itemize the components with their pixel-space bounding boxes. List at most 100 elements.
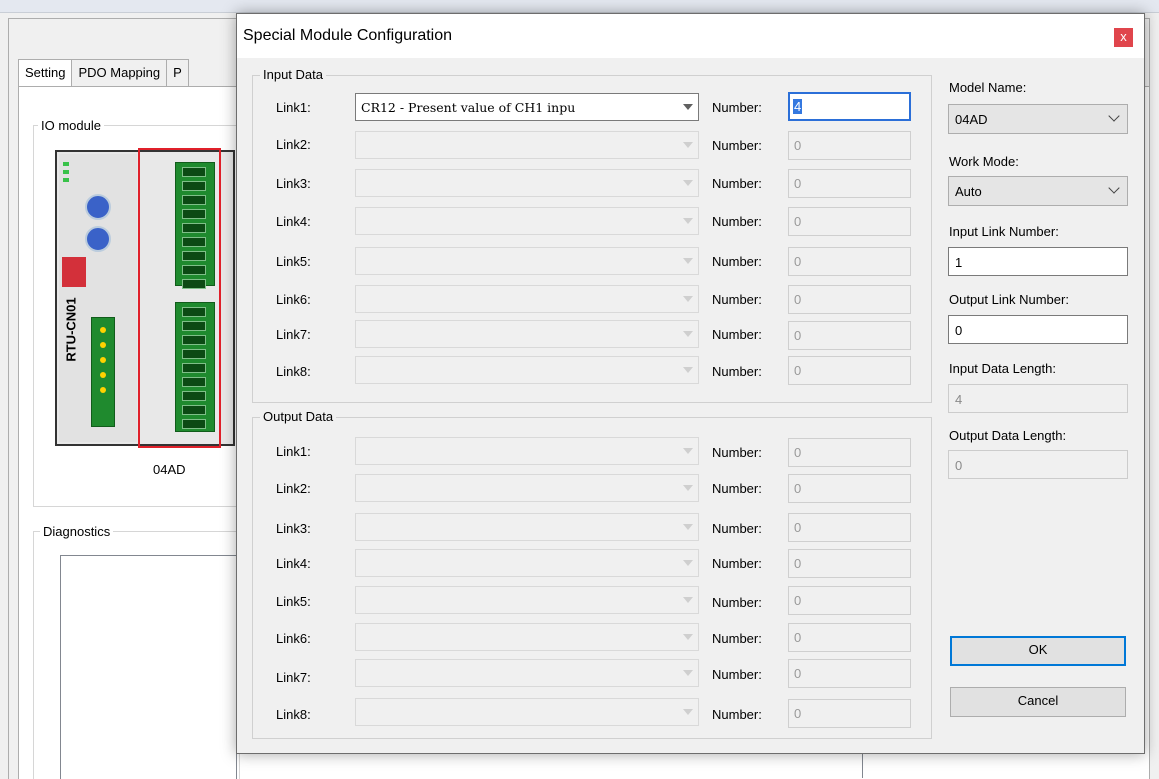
- input-link-number-field[interactable]: 1: [948, 247, 1128, 276]
- cancel-button[interactable]: Cancel: [950, 687, 1126, 717]
- output-link8-number-label: Number:: [712, 707, 762, 722]
- output-link1-select[interactable]: [355, 437, 699, 465]
- input-link7-label: Link7:: [276, 327, 311, 342]
- dropdown-arrow-icon: [683, 296, 693, 302]
- dialog-title: Special Module Configuration: [243, 27, 453, 44]
- input-link3-number-field[interactable]: 0: [788, 169, 911, 198]
- dropdown-arrow-icon: [683, 634, 693, 640]
- terminal-block-upper: [175, 162, 215, 289]
- input-link1-select[interactable]: CR12 - Present value of CH1 inpu: [355, 93, 699, 121]
- io-module-image[interactable]: RTU-CN01: [55, 148, 235, 448]
- module-caption: 04AD: [153, 462, 186, 477]
- tab-setting[interactable]: Setting: [18, 59, 73, 86]
- input-link4-number-label: Number:: [712, 214, 762, 229]
- input-link6-select[interactable]: [355, 285, 699, 313]
- input-link6-number-label: Number:: [712, 292, 762, 307]
- tab-pdo-mapping[interactable]: PDO Mapping: [71, 59, 168, 86]
- output-link5-number-field[interactable]: 0: [788, 586, 911, 615]
- input-link3-label: Link3:: [276, 176, 311, 191]
- input-link8-number-field[interactable]: 0: [788, 356, 911, 385]
- io-module-label: IO module: [38, 118, 104, 133]
- input-link1-number-field[interactable]: 4: [788, 92, 911, 121]
- dropdown-arrow-icon: [683, 597, 693, 603]
- output-data-length-label: Output Data Length:: [949, 428, 1067, 443]
- input-data-legend: Input Data: [260, 67, 326, 83]
- input-link8-select[interactable]: [355, 356, 699, 384]
- output-link7-select[interactable]: [355, 659, 699, 687]
- model-name-label: Model Name:: [949, 80, 1027, 95]
- input-link8-number-label: Number:: [712, 364, 762, 379]
- output-link1-number-field[interactable]: 0: [788, 438, 911, 467]
- input-link5-label: Link5:: [276, 254, 311, 269]
- input-link5-number-field[interactable]: 0: [788, 247, 911, 276]
- led-indicator: [63, 170, 69, 174]
- output-link7-label: Link7:: [276, 670, 311, 685]
- input-data-length-field: 4: [948, 384, 1128, 413]
- input-link4-select[interactable]: [355, 207, 699, 235]
- output-link3-number-label: Number:: [712, 521, 762, 536]
- dropdown-arrow-icon: [683, 218, 693, 224]
- dropdown-arrow-icon: [683, 258, 693, 264]
- output-link2-number-label: Number:: [712, 481, 762, 496]
- dropdown-arrow-icon: [683, 524, 693, 530]
- dropdown-arrow-icon: [683, 670, 693, 676]
- output-data-length-field: 0: [948, 450, 1128, 479]
- input-link1-number-label: Number:: [712, 100, 762, 115]
- background-tab-strip: Setting PDO Mapping P: [18, 59, 189, 86]
- chevron-down-icon: [1108, 182, 1120, 194]
- input-link2-number-field[interactable]: 0: [788, 131, 911, 160]
- ok-button[interactable]: OK: [950, 636, 1126, 666]
- input-link6-number-field[interactable]: 0: [788, 285, 911, 314]
- output-link1-label: Link1:: [276, 444, 311, 459]
- work-mode-select[interactable]: Auto: [948, 176, 1128, 206]
- input-link2-label: Link2:: [276, 137, 311, 152]
- output-link4-number-field[interactable]: 0: [788, 549, 911, 578]
- output-link5-select[interactable]: [355, 586, 699, 614]
- output-link4-select[interactable]: [355, 549, 699, 577]
- special-module-configuration-dialog: Special Module Configuration x Input Dat…: [236, 13, 1145, 754]
- output-link8-number-field[interactable]: 0: [788, 699, 911, 728]
- output-link8-label: Link8:: [276, 707, 311, 722]
- input-data-group: Input Data: [252, 67, 932, 403]
- input-link-number-label: Input Link Number:: [949, 224, 1059, 239]
- output-link6-label: Link6:: [276, 631, 311, 646]
- diagnostics-list[interactable]: [60, 555, 237, 779]
- output-link6-number-field[interactable]: 0: [788, 623, 911, 652]
- module-device-label: RTU-CN01: [63, 297, 79, 362]
- model-name-select[interactable]: 04AD: [948, 104, 1128, 134]
- dialog-title-bar[interactable]: Special Module Configuration x: [237, 14, 1144, 58]
- output-link-number-field[interactable]: 0: [948, 315, 1128, 344]
- can-connector-icon: [91, 317, 115, 427]
- output-link1-number-label: Number:: [712, 445, 762, 460]
- output-link2-number-field[interactable]: 0: [788, 474, 911, 503]
- diagnostics-label: Diagnostics: [40, 524, 114, 539]
- output-link5-number-label: Number:: [712, 595, 762, 610]
- tab-partial[interactable]: P: [166, 59, 189, 86]
- input-link5-select[interactable]: [355, 247, 699, 275]
- app-top-bar: [0, 0, 1159, 13]
- output-link6-select[interactable]: [355, 623, 699, 651]
- input-link7-number-field[interactable]: 0: [788, 321, 911, 350]
- output-link8-select[interactable]: [355, 698, 699, 726]
- output-link7-number-field[interactable]: 0: [788, 659, 911, 688]
- input-link7-select[interactable]: [355, 320, 699, 348]
- output-link2-select[interactable]: [355, 474, 699, 502]
- input-link7-number-label: Number:: [712, 327, 762, 342]
- input-link4-number-field[interactable]: 0: [788, 207, 911, 236]
- dip-switch-icon: [62, 257, 86, 287]
- output-link3-number-field[interactable]: 0: [788, 513, 911, 542]
- dropdown-arrow-icon: [683, 485, 693, 491]
- output-link4-number-label: Number:: [712, 556, 762, 571]
- dropdown-arrow-icon: [683, 367, 693, 373]
- led-indicator: [63, 162, 69, 166]
- input-link3-select[interactable]: [355, 169, 699, 197]
- input-link2-number-label: Number:: [712, 138, 762, 153]
- output-link3-select[interactable]: [355, 513, 699, 541]
- terminal-block-lower: [175, 302, 215, 432]
- close-button[interactable]: x: [1114, 28, 1133, 47]
- output-link-number-label: Output Link Number:: [949, 292, 1069, 307]
- dropdown-arrow-icon: [683, 448, 693, 454]
- input-link2-select[interactable]: [355, 131, 699, 159]
- input-data-length-label: Input Data Length:: [949, 361, 1056, 376]
- output-link3-label: Link3:: [276, 521, 311, 536]
